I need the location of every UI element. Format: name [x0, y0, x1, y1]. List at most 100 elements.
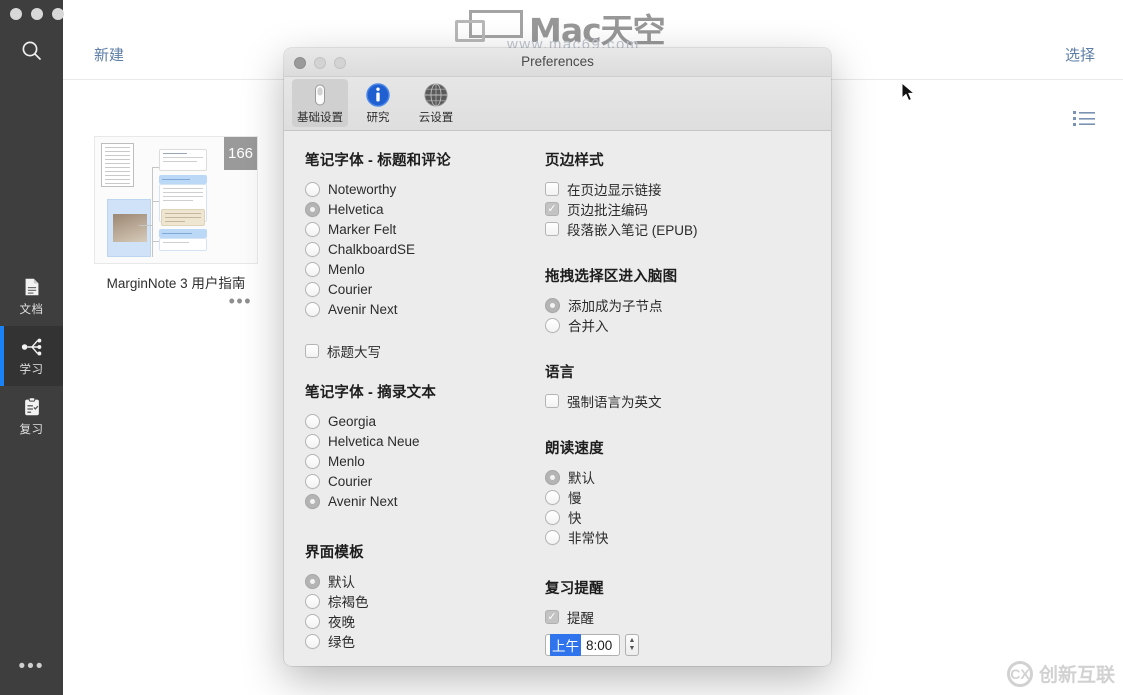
sidebar-item-study[interactable]: 学习: [0, 326, 63, 386]
radio-icon[interactable]: [545, 318, 560, 333]
radio-option-theme-sepia[interactable]: 棕褐色: [305, 591, 535, 611]
radio-option-rate-fast[interactable]: 快: [545, 507, 815, 527]
radio-icon[interactable]: [305, 474, 320, 489]
radio-option-menlo[interactable]: Menlo: [305, 259, 535, 279]
radio-icon[interactable]: [305, 242, 320, 257]
tab-label: 基础设置: [297, 109, 343, 125]
group-margin-style: 页边样式 在页边显示链接 ✓ 页边批注编码 段落嵌入笔记 (EPUB): [545, 149, 815, 239]
document-thumbnail[interactable]: 166: [94, 136, 258, 264]
radio-icon[interactable]: [305, 282, 320, 297]
reminder-time-stepper[interactable]: ▲ ▼: [625, 634, 639, 656]
main-window-traffic-lights[interactable]: [10, 8, 64, 20]
sidebar-item-label: 学习: [20, 361, 44, 377]
radio-option-rate-default[interactable]: 默认: [545, 467, 815, 487]
radio-option-courier-excerpt[interactable]: Courier: [305, 471, 535, 491]
checkbox-icon[interactable]: [545, 222, 559, 236]
radio-option-helvetica-neue[interactable]: Helvetica Neue: [305, 431, 535, 451]
watermark-bottom-right: CX 创新互联: [1007, 660, 1115, 687]
watermark-logo-mark: CX: [1007, 661, 1033, 687]
radio-option-chalkboardse[interactable]: ChalkboardSE: [305, 239, 535, 259]
preferences-titlebar[interactable]: Preferences: [284, 48, 831, 77]
maximize-button[interactable]: [52, 8, 64, 20]
sidebar-item-documents[interactable]: 文档: [0, 266, 63, 326]
radio-icon[interactable]: [305, 182, 320, 197]
group-speech-rate: 朗读速度 默认 慢 快 非常快: [545, 437, 815, 547]
group-title: 界面模板: [305, 541, 535, 562]
checkbox-icon-checked[interactable]: ✓: [545, 610, 559, 624]
sidebar-item-review[interactable]: 复习: [0, 386, 63, 446]
radio-option-rate-slow[interactable]: 慢: [545, 487, 815, 507]
thumbnail-image-node: [107, 199, 151, 257]
radio-icon[interactable]: [305, 302, 320, 317]
radio-icon[interactable]: [305, 594, 320, 609]
radio-icon-selected[interactable]: [545, 298, 560, 313]
document-card[interactable]: 166: [94, 136, 258, 293]
radio-option-rate-very-fast[interactable]: 非常快: [545, 527, 815, 547]
close-button[interactable]: [10, 8, 22, 20]
radio-icon-selected[interactable]: [305, 494, 320, 509]
radio-icon-selected[interactable]: [545, 470, 560, 485]
radio-icon-selected[interactable]: [305, 202, 320, 217]
radio-option-marker-felt[interactable]: Marker Felt: [305, 219, 535, 239]
checkbox-icon-checked[interactable]: ✓: [545, 202, 559, 216]
radio-icon-selected[interactable]: [305, 574, 320, 589]
screen: 文档 学习: [0, 0, 1123, 695]
checkbox-icon[interactable]: [545, 182, 559, 196]
tab-research[interactable]: 研究: [350, 79, 406, 127]
checkbox-icon[interactable]: [305, 344, 319, 358]
radio-option-theme-green[interactable]: 绿色: [305, 631, 535, 651]
tab-cloud-settings[interactable]: 云设置: [408, 79, 464, 127]
radio-icon[interactable]: [305, 634, 320, 649]
radio-option-georgia[interactable]: Georgia: [305, 411, 535, 431]
new-button[interactable]: 新建: [94, 44, 124, 65]
radio-option-avenir-next-excerpt[interactable]: Avenir Next: [305, 491, 535, 511]
checkbox-icon[interactable]: [545, 394, 559, 408]
radio-option-noteworthy[interactable]: Noteworthy: [305, 179, 535, 199]
checkbox-option-show-links-in-margin[interactable]: 在页边显示链接: [545, 179, 815, 199]
stepper-up-icon[interactable]: ▲: [629, 638, 636, 644]
radio-option-add-as-child-node[interactable]: 添加成为子节点: [545, 295, 815, 315]
reminder-time-value[interactable]: 8:00: [586, 638, 612, 653]
radio-icon[interactable]: [305, 262, 320, 277]
stepper-down-icon[interactable]: ▼: [629, 646, 636, 652]
option-label: Helvetica Neue: [328, 434, 420, 449]
clipboard-check-icon: [21, 396, 43, 418]
checkbox-option-force-english[interactable]: 强制语言为英文: [545, 391, 815, 411]
list-view-toggle-button[interactable]: [1073, 110, 1095, 131]
radio-icon[interactable]: [305, 614, 320, 629]
radio-option-courier[interactable]: Courier: [305, 279, 535, 299]
sidebar-more-button[interactable]: •••: [0, 655, 63, 679]
checkbox-option-paragraph-embed-note[interactable]: 段落嵌入笔记 (EPUB): [545, 219, 815, 239]
tab-basic-settings[interactable]: 基础设置: [292, 79, 348, 127]
preferences-dialog[interactable]: Preferences 基础设置 研究: [284, 48, 831, 666]
minimize-button[interactable]: [31, 8, 43, 20]
radio-icon[interactable]: [545, 510, 560, 525]
reminder-ampm-segment[interactable]: 上午: [550, 634, 581, 656]
radio-option-menlo-excerpt[interactable]: Menlo: [305, 451, 535, 471]
radio-icon[interactable]: [545, 530, 560, 545]
reminder-time-input[interactable]: 上午 8:00: [545, 634, 620, 656]
checkbox-option-margin-annotation-code[interactable]: ✓ 页边批注编码: [545, 199, 815, 219]
group-title: 复习提醒: [545, 577, 815, 598]
checkbox-option-reminder[interactable]: ✓ 提醒: [545, 607, 815, 627]
sidebar-search-button[interactable]: [0, 36, 63, 66]
radio-icon[interactable]: [305, 454, 320, 469]
radio-option-avenir-next[interactable]: Avenir Next: [305, 299, 535, 319]
document-more-button[interactable]: •••: [229, 297, 252, 305]
radio-option-merge-into[interactable]: 合并入: [545, 315, 815, 335]
mindmap-icon: [20, 336, 44, 358]
radio-icon[interactable]: [305, 414, 320, 429]
radio-option-theme-night[interactable]: 夜晚: [305, 611, 535, 631]
option-label: 默认: [568, 467, 595, 487]
sidebar-item-label: 文档: [20, 301, 44, 317]
radio-icon[interactable]: [305, 434, 320, 449]
option-label: 慢: [568, 487, 582, 507]
group-interface-theme: 界面模板 默认 棕褐色 夜晚 绿色: [305, 541, 535, 651]
radio-icon[interactable]: [545, 490, 560, 505]
radio-icon[interactable]: [305, 222, 320, 237]
radio-option-helvetica[interactable]: Helvetica: [305, 199, 535, 219]
select-button[interactable]: 选择: [1065, 44, 1095, 65]
info-circle-icon: [365, 82, 391, 108]
radio-option-theme-default[interactable]: 默认: [305, 571, 535, 591]
checkbox-option-title-uppercase[interactable]: 标题大写: [305, 341, 535, 361]
